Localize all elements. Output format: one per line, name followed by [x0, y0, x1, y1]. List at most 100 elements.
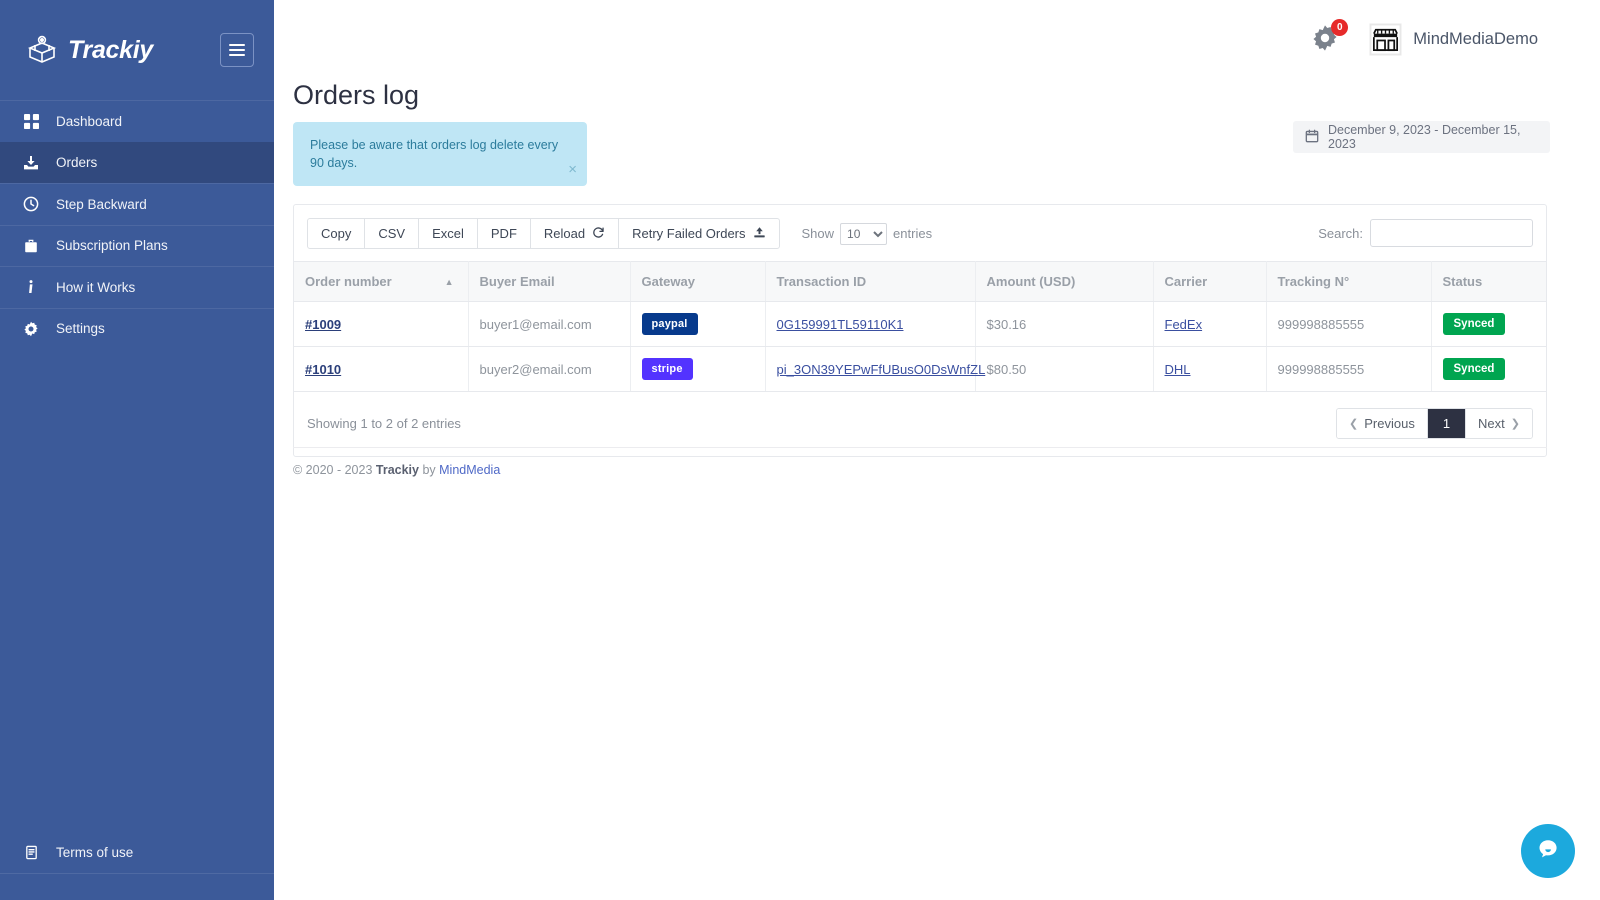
column-label: Amount (USD) [987, 274, 1076, 289]
sidebar-brand: Trackiy [0, 0, 274, 100]
main-content: 0 MindMediaDemo Orders log Please be awa… [274, 0, 1600, 900]
pagination-previous[interactable]: ❮ Previous [1337, 409, 1428, 438]
footer-company-link[interactable]: MindMedia [439, 463, 500, 477]
cell-amount: $80.50 [975, 347, 1153, 392]
cell-gateway: paypal [630, 302, 765, 347]
pagination-page-label: 1 [1443, 416, 1450, 431]
status-badge: Synced [1443, 313, 1506, 335]
page-footer: © 2020 - 2023 Trackiy by MindMedia [293, 447, 1547, 477]
pagination-previous-label: Previous [1364, 416, 1415, 431]
order-number-link[interactable]: #1010 [305, 362, 341, 377]
sidebar-item-settings[interactable]: Settings [0, 308, 274, 350]
order-number-link[interactable]: #1009 [305, 317, 341, 332]
csv-button[interactable]: CSV [364, 218, 419, 249]
gateway-badge: stripe [642, 358, 693, 380]
excel-button[interactable]: Excel [418, 218, 478, 249]
sidebar-item-label: Dashboard [56, 114, 122, 129]
column-label: Transaction ID [777, 274, 867, 289]
sidebar-item-label: Orders [56, 155, 97, 170]
footer-by: by [419, 463, 439, 477]
carrier-link[interactable]: FedEx [1165, 317, 1203, 332]
cell-transaction-id: pi_3ON39YEPwFfUBusO0DsWnfZL [765, 347, 975, 392]
pagination-next-label: Next [1478, 416, 1505, 431]
sidebar-item-subscription-plans[interactable]: Subscription Plans [0, 225, 274, 267]
sidebar-item-terms-of-use[interactable]: Terms of use [0, 833, 274, 875]
cell-carrier: FedEx [1153, 302, 1266, 347]
alert-message: Please be aware that orders log delete e… [310, 138, 558, 170]
column-label: Carrier [1165, 274, 1208, 289]
column-label: Gateway [642, 274, 695, 289]
column-header-buyer-email[interactable]: Buyer Email [468, 262, 630, 302]
retry-failed-orders-button[interactable]: Retry Failed Orders [618, 218, 779, 249]
briefcase-icon [22, 237, 40, 255]
notifications-button[interactable]: 0 [1311, 24, 1341, 54]
column-header-transaction-id[interactable]: Transaction ID [765, 262, 975, 302]
pagination-page-1[interactable]: 1 [1428, 409, 1466, 438]
reload-button[interactable]: Reload [530, 218, 619, 249]
column-header-order-number[interactable]: Order number ▲ [294, 262, 468, 302]
cell-buyer-email: buyer1@email.com [468, 302, 630, 347]
gateway-badge: paypal [642, 313, 698, 335]
column-label: Order number [305, 274, 392, 289]
notification-badge: 0 [1331, 19, 1348, 36]
date-range-picker[interactable]: December 9, 2023 - December 15, 2023 [1293, 121, 1550, 153]
transaction-id-link[interactable]: 0G159991TL59110K1 [777, 317, 904, 332]
storefront-icon[interactable] [1369, 23, 1402, 56]
cell-order-number: #1010 [294, 347, 468, 392]
gear-alert-icon [1311, 39, 1339, 56]
pdf-button[interactable]: PDF [477, 218, 531, 249]
cell-status: Synced [1431, 347, 1546, 392]
alert-banner: Please be aware that orders log delete e… [293, 122, 587, 186]
chat-widget-button[interactable] [1521, 824, 1575, 878]
page-title: Orders log [274, 82, 419, 109]
copy-button[interactable]: Copy [307, 218, 365, 249]
grid-icon [22, 112, 40, 130]
sidebar-item-label: Terms of use [56, 845, 133, 860]
sidebar-item-orders[interactable]: Orders [0, 142, 274, 184]
sidebar-item-step-backward[interactable]: Step Backward [0, 183, 274, 225]
download-box-icon [22, 154, 40, 172]
column-header-amount[interactable]: Amount (USD) [975, 262, 1153, 302]
brand-name: Trackiy [68, 36, 210, 65]
hamburger-icon[interactable] [220, 33, 254, 67]
table-head: Order number ▲ Buyer Email Gateway Trans… [294, 262, 1546, 302]
calendar-icon [1305, 129, 1319, 146]
document-icon [22, 844, 40, 862]
column-header-status[interactable]: Status [1431, 262, 1546, 302]
info-icon [22, 278, 40, 296]
cell-gateway: stripe [630, 347, 765, 392]
clock-rewind-icon [22, 195, 40, 213]
close-icon[interactable]: × [568, 162, 577, 177]
chat-bubble-icon [1535, 836, 1561, 867]
orders-table: Order number ▲ Buyer Email Gateway Trans… [294, 261, 1546, 392]
pagination: ❮ Previous 1 Next ❯ [1336, 408, 1533, 439]
column-header-gateway[interactable]: Gateway [630, 262, 765, 302]
column-header-carrier[interactable]: Carrier [1153, 262, 1266, 302]
sidebar-item-how-it-works[interactable]: How it Works [0, 266, 274, 308]
footer-copyright: © 2020 - 2023 [293, 463, 376, 477]
carrier-link[interactable]: DHL [1165, 362, 1191, 377]
open-box-pin-icon [26, 34, 58, 66]
store-name: MindMediaDemo [1413, 30, 1538, 49]
csv-button-label: CSV [378, 226, 405, 241]
search-control: Search: [1318, 219, 1533, 247]
entries-select[interactable]: 102550100 [840, 223, 887, 245]
table-row: #1010 buyer2@email.com stripe pi_3ON39YE… [294, 347, 1546, 392]
sidebar-item-dashboard[interactable]: Dashboard [0, 100, 274, 142]
sidebar-item-label: Step Backward [56, 197, 147, 212]
upload-icon [753, 226, 766, 242]
sidebar-item-label: Subscription Plans [56, 238, 168, 253]
cell-carrier: DHL [1153, 347, 1266, 392]
cell-tracking: 999998885555 [1266, 347, 1431, 392]
table-info: Showing 1 to 2 of 2 entries [307, 416, 461, 431]
reload-button-label: Reload [544, 226, 585, 241]
sidebar: Trackiy Dashboard Orders [0, 0, 274, 900]
sort-asc-icon: ▲ [445, 277, 454, 287]
pagination-next[interactable]: Next ❯ [1466, 409, 1532, 438]
search-input[interactable] [1370, 219, 1533, 247]
column-header-tracking[interactable]: Tracking N° [1266, 262, 1431, 302]
excel-button-label: Excel [432, 226, 464, 241]
transaction-id-link[interactable]: pi_3ON39YEPwFfUBusO0DsWnfZL [777, 362, 986, 377]
retry-failed-orders-label: Retry Failed Orders [632, 226, 745, 241]
pdf-button-label: PDF [491, 226, 517, 241]
